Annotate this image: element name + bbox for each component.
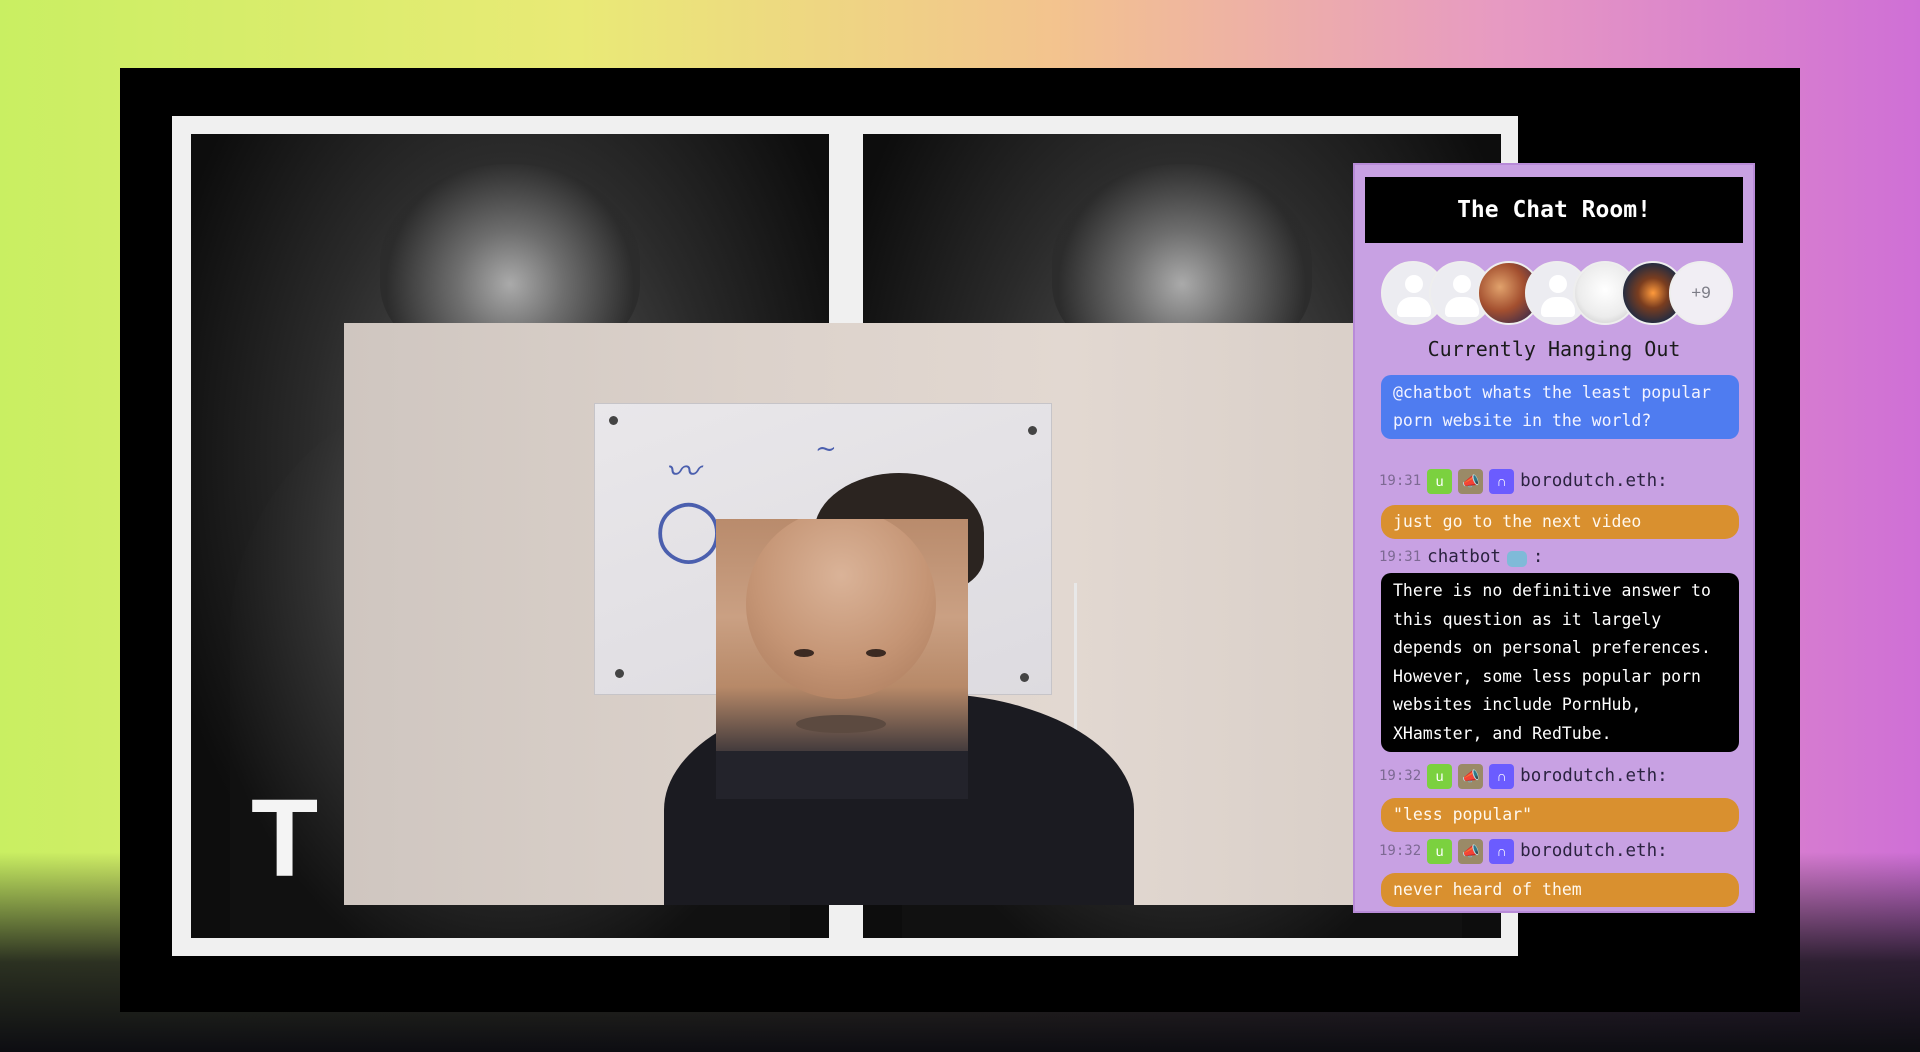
chatbot-reply-bubble: There is no definitive answer to this qu… <box>1381 573 1739 752</box>
message-meta: 19:31 u 📣 ∩ borodutch.eth: <box>1379 467 1668 495</box>
pin-dot <box>615 669 624 678</box>
pin-dot <box>1028 426 1037 435</box>
message-meta: 19:31 chatbot : <box>1379 543 1543 571</box>
chat-message-bubble: just go to the next video <box>1381 505 1739 539</box>
chat-message-bubble: "less popular" <box>1381 798 1739 832</box>
more-users-count[interactable]: +9 <box>1669 261 1733 325</box>
message-time: 19:32 <box>1379 768 1422 784</box>
whiteboard-scribble: ~ <box>815 434 837 464</box>
pin-dot <box>609 416 618 425</box>
face-head <box>746 519 936 699</box>
message-username-suffix: : <box>1532 547 1544 567</box>
face-eye <box>794 649 814 657</box>
chat-question-bubble: @chatbot whats the least popular porn we… <box>1381 375 1739 439</box>
arch-badge-icon: ∩ <box>1489 838 1515 864</box>
message-time: 19:31 <box>1379 549 1422 565</box>
chat-title: The Chat Room! <box>1365 177 1743 243</box>
user-badge-icon: u <box>1427 763 1453 789</box>
stream-stage: T 1994-2022 F 1994-2022 〰 ~ ◯ <box>120 68 1800 1012</box>
face-shirt <box>716 751 968 799</box>
whiteboard-scribble: 〰 <box>665 452 699 492</box>
face-overlay-image <box>716 519 968 799</box>
pin-dot <box>1020 673 1029 682</box>
chat-room-panel: The Chat Room! +9 Currently Hanging Out … <box>1353 163 1755 913</box>
message-time: 19:31 <box>1379 473 1422 489</box>
megaphone-badge-icon: 📣 <box>1458 763 1484 789</box>
chat-message-bubble: never heard of them <box>1381 873 1739 907</box>
message-time: 19:32 <box>1379 843 1422 859</box>
megaphone-badge-icon: 📣 <box>1458 838 1484 864</box>
message-meta: 19:32 u 📣 ∩ borodutch.eth: <box>1379 837 1668 865</box>
presence-label: Currently Hanging Out <box>1427 337 1681 361</box>
message-username[interactable]: chatbot <box>1427 547 1501 567</box>
whiteboard-scribble: ◯ <box>655 494 723 564</box>
tribute-frame: T 1994-2022 F 1994-2022 〰 ~ ◯ <box>172 116 1518 956</box>
arch-badge-icon: ∩ <box>1489 763 1515 789</box>
message-username[interactable]: borodutch.eth: <box>1520 766 1668 786</box>
user-badge-icon: u <box>1427 468 1453 494</box>
webcam-feed: 〰 ~ ◯ <box>344 323 1378 905</box>
megaphone-badge-icon: 📣 <box>1458 468 1484 494</box>
message-meta: 19:32 u 📣 ∩ borodutch.eth: <box>1379 762 1668 790</box>
face-eye <box>866 649 886 657</box>
face-mustache <box>796 715 886 733</box>
robot-icon <box>1506 551 1527 567</box>
message-username[interactable]: borodutch.eth: <box>1520 471 1668 491</box>
user-badge-icon: u <box>1427 838 1453 864</box>
arch-badge-icon: ∩ <box>1489 468 1515 494</box>
message-username[interactable]: borodutch.eth: <box>1520 841 1668 861</box>
